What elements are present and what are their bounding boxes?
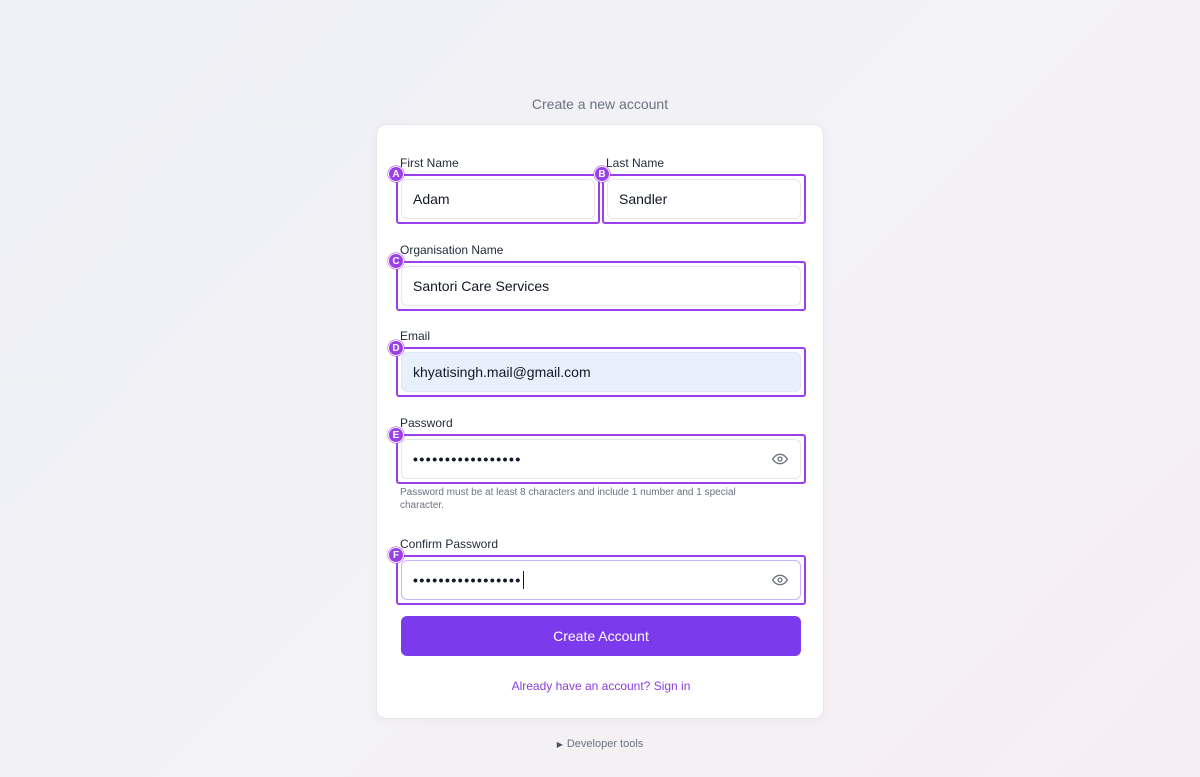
organisation-label: Organisation Name	[400, 243, 504, 257]
annotation-badge-f: F	[388, 547, 404, 563]
email-input[interactable]: khyatisingh.mail@gmail.com	[401, 352, 801, 392]
password-input[interactable]: •••••••••••••••••	[401, 439, 801, 479]
confirm-password-input[interactable]: •••••••••••••••••	[401, 560, 801, 600]
text-caret	[522, 571, 525, 589]
annotation-badge-c: C	[388, 253, 404, 269]
confirm-password-label: Confirm Password	[400, 537, 499, 551]
first-name-field-annotation: Adam	[396, 174, 600, 224]
confirm-password-value: •••••••••••••••••	[413, 572, 522, 588]
signup-card: First Name Adam A Last Name Sandler B Or…	[376, 124, 824, 719]
last-name-field-annotation: Sandler	[602, 174, 806, 224]
developer-tools-toggle[interactable]: ▶ Developer tools	[0, 738, 1200, 750]
first-name-value: Adam	[413, 191, 450, 207]
email-value: khyatisingh.mail@gmail.com	[413, 364, 591, 380]
organisation-value: Santori Care Services	[413, 278, 550, 294]
email-label: Email	[400, 329, 431, 343]
last-name-input[interactable]: Sandler	[607, 179, 801, 219]
password-label: Password	[400, 416, 453, 430]
create-account-button[interactable]: Create Account	[401, 616, 801, 656]
sign-in-link[interactable]: Already have an account? Sign in	[377, 679, 825, 693]
annotation-badge-a: A	[388, 166, 404, 182]
annotation-badge-b: B	[594, 166, 610, 182]
organisation-input[interactable]: Santori Care Services	[401, 266, 801, 306]
first-name-label: First Name	[400, 156, 459, 170]
password-field-annotation: •••••••••••••••••	[396, 434, 806, 484]
developer-tools-label: Developer tools	[566, 738, 644, 750]
first-name-input[interactable]: Adam	[401, 179, 595, 219]
email-field-annotation: khyatisingh.mail@gmail.com	[396, 347, 806, 397]
page-heading: Create a new account	[531, 96, 669, 112]
last-name-value: Sandler	[619, 191, 668, 207]
password-hint: Password must be at least 8 characters a…	[400, 487, 736, 511]
organisation-field-annotation: Santori Care Services	[396, 261, 806, 311]
annotation-badge-d: D	[388, 340, 404, 356]
confirm-password-field-annotation: •••••••••••••••••	[396, 555, 806, 605]
last-name-label: Last Name	[606, 156, 665, 170]
annotation-badge-e: E	[388, 427, 404, 443]
password-value: •••••••••••••••••	[413, 451, 522, 467]
eye-icon[interactable]	[772, 572, 788, 588]
eye-icon[interactable]	[772, 451, 788, 467]
triangle-right-icon: ▶	[556, 740, 563, 749]
